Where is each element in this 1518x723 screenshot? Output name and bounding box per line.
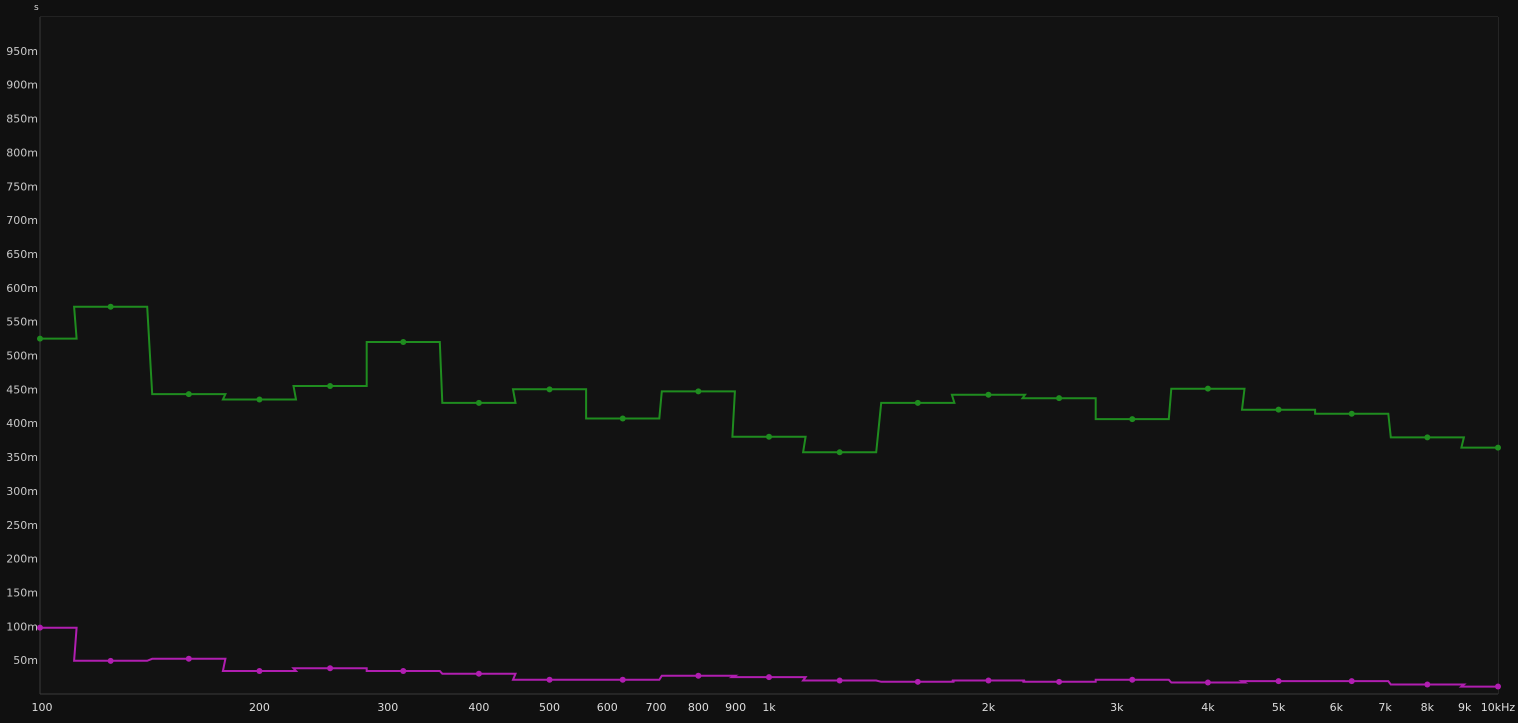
- x-tick-label: 700: [646, 701, 667, 714]
- series-1-point: [766, 433, 772, 440]
- y-tick-label: 300m: [6, 485, 38, 498]
- chart-container: s 50m 100m 150m 200m 250m 300m 350m 400m 450m 500…: [0, 0, 1518, 719]
- x-tick-label: 7k: [1378, 701, 1392, 714]
- series-1-point: [1348, 410, 1355, 417]
- x-tick-label: 900: [725, 701, 746, 714]
- series-2-point: [400, 667, 407, 674]
- x-tick-label: 6k: [1330, 701, 1344, 714]
- plot-area: [40, 17, 1498, 694]
- y-tick-label: 400m: [6, 417, 38, 430]
- y-tick-label: 200m: [6, 553, 38, 566]
- series-2-point: [914, 678, 921, 685]
- series-1-point: [107, 303, 114, 310]
- x-tick-label: 500: [539, 701, 560, 714]
- series-2-point: [766, 674, 772, 681]
- series-2-point: [1495, 683, 1501, 690]
- series-1-point: [475, 399, 482, 406]
- plot-frame: [39, 17, 1498, 695]
- y-tick-label: 250m: [6, 519, 38, 532]
- x-tick-label: 10kHz: [1481, 701, 1516, 714]
- y-axis-unit-label: s: [34, 3, 39, 13]
- series-1-point: [1424, 434, 1431, 441]
- series-1-point: [985, 391, 992, 398]
- series-2-point: [475, 670, 482, 677]
- x-tick-label: 600: [597, 701, 618, 714]
- series-1-point: [914, 399, 921, 406]
- x-tick-label: 8k: [1421, 701, 1435, 714]
- series-2-point: [107, 657, 114, 664]
- series-2-point: [695, 672, 702, 679]
- y-tick-label: 500m: [6, 350, 38, 363]
- series-2-point: [256, 667, 263, 674]
- y-tick-label: 150m: [6, 586, 38, 599]
- y-tick-label: 100m: [6, 620, 38, 633]
- series-1-point: [256, 396, 263, 403]
- x-tick-label: 300: [377, 701, 398, 714]
- y-tick-label: 700m: [6, 214, 38, 227]
- series-1-point: [836, 449, 843, 456]
- y-tick-label: 850m: [6, 113, 38, 126]
- x-tick-label: 100: [32, 701, 53, 714]
- x-tick-label: 400: [468, 701, 489, 714]
- x-tick-label: 4k: [1201, 701, 1215, 714]
- series-1-point: [1495, 444, 1501, 451]
- x-tick-label: 9k: [1458, 701, 1472, 714]
- series-1-point: [1056, 395, 1063, 402]
- x-tick-label: 2k: [982, 701, 996, 714]
- series-1-point: [1275, 406, 1282, 413]
- series-1-point: [1204, 385, 1211, 392]
- series-2-point: [1424, 681, 1431, 688]
- series-2-point: [1129, 676, 1136, 683]
- x-tick-label: 1k: [762, 701, 776, 714]
- series-1-point: [185, 391, 192, 398]
- series-2-point: [546, 676, 553, 683]
- y-tick-label: 350m: [6, 451, 38, 464]
- series-2-point: [836, 677, 843, 684]
- rt60-chart: 50m 100m 150m 200m 250m 300m 350m 400m 450m 500m 5…: [6, 16, 1516, 714]
- series-2-point: [1204, 679, 1211, 686]
- series-2-point: [37, 624, 43, 631]
- series-2-point: [185, 655, 192, 662]
- series-1-point: [400, 338, 407, 345]
- y-axis-tick-labels: 50m 100m 150m 200m 250m 300m 350m 400m 450m 500m 5…: [6, 45, 38, 667]
- series-2-point: [1056, 678, 1063, 685]
- y-tick-label: 800m: [6, 146, 38, 159]
- y-tick-label: 900m: [6, 79, 38, 92]
- x-tick-label: 200: [249, 701, 270, 714]
- x-tick-label: 800: [688, 701, 709, 714]
- series-1-point: [619, 415, 626, 422]
- y-tick-label: 450m: [6, 383, 38, 396]
- y-tick-label: 750m: [6, 180, 38, 193]
- y-tick-label: 650m: [6, 248, 38, 261]
- x-axis-tick-labels: 100 200 300 400 500 600 700 800 900 1k 2k 3k 4k 5k 6k 7…: [32, 701, 1516, 714]
- y-tick-label: 950m: [6, 45, 38, 58]
- series-1-point: [1129, 416, 1136, 423]
- series-1-point: [695, 388, 702, 395]
- series-1-point: [327, 382, 334, 389]
- series-1-point: [546, 386, 553, 393]
- series-2-point: [619, 676, 626, 683]
- series-2-point: [327, 665, 334, 672]
- x-tick-label: 3k: [1110, 701, 1124, 714]
- x-tick-label: 5k: [1272, 701, 1286, 714]
- series-2-point: [1348, 678, 1355, 685]
- y-tick-label: 600m: [6, 282, 38, 295]
- series-2-point: [985, 677, 992, 684]
- series-1-point: [37, 335, 43, 342]
- y-tick-label: 50m: [13, 654, 38, 667]
- series-2-point: [1275, 678, 1282, 685]
- y-tick-label: 550m: [6, 316, 38, 329]
